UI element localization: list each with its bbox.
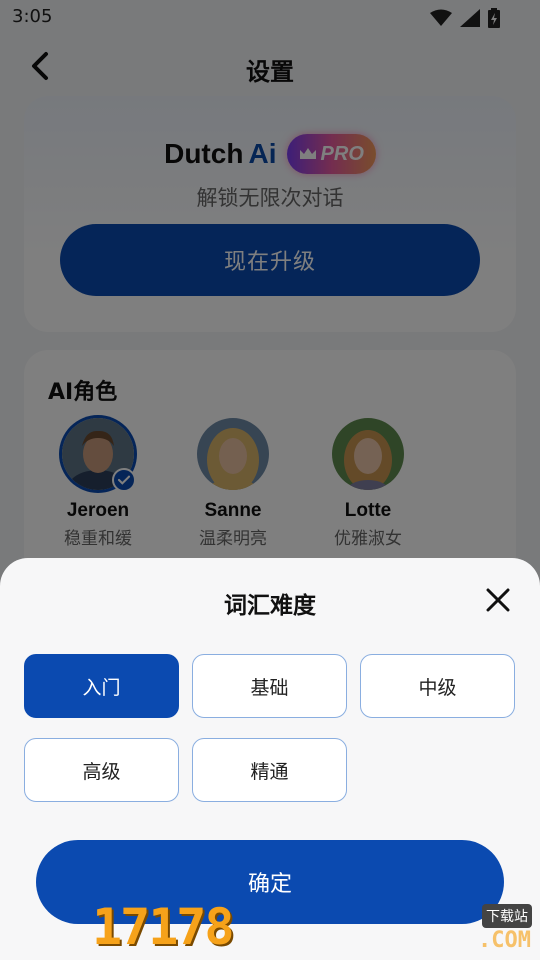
difficulty-option-intermediate[interactable]: 中级 [360,654,515,718]
difficulty-option-proficient[interactable]: 精通 [192,738,347,802]
watermark-com: .COM [478,928,531,953]
watermark-tag: 下载站 [482,904,532,928]
settings-screen: 3:05 设置 Dutch Ai PRO 解锁无限次对话 现在升级 AI角色 [0,0,540,960]
close-icon[interactable] [484,586,512,614]
sheet-title: 词汇难度 [224,593,316,619]
difficulty-option-advanced[interactable]: 高级 [24,738,179,802]
difficulty-option-beginner[interactable]: 入门 [24,654,179,718]
watermark-number: 17178 [92,898,235,956]
difficulty-option-basic[interactable]: 基础 [192,654,347,718]
vocabulary-difficulty-sheet: 词汇难度 入门 基础 中级 高级 精通 确定 [0,558,540,960]
